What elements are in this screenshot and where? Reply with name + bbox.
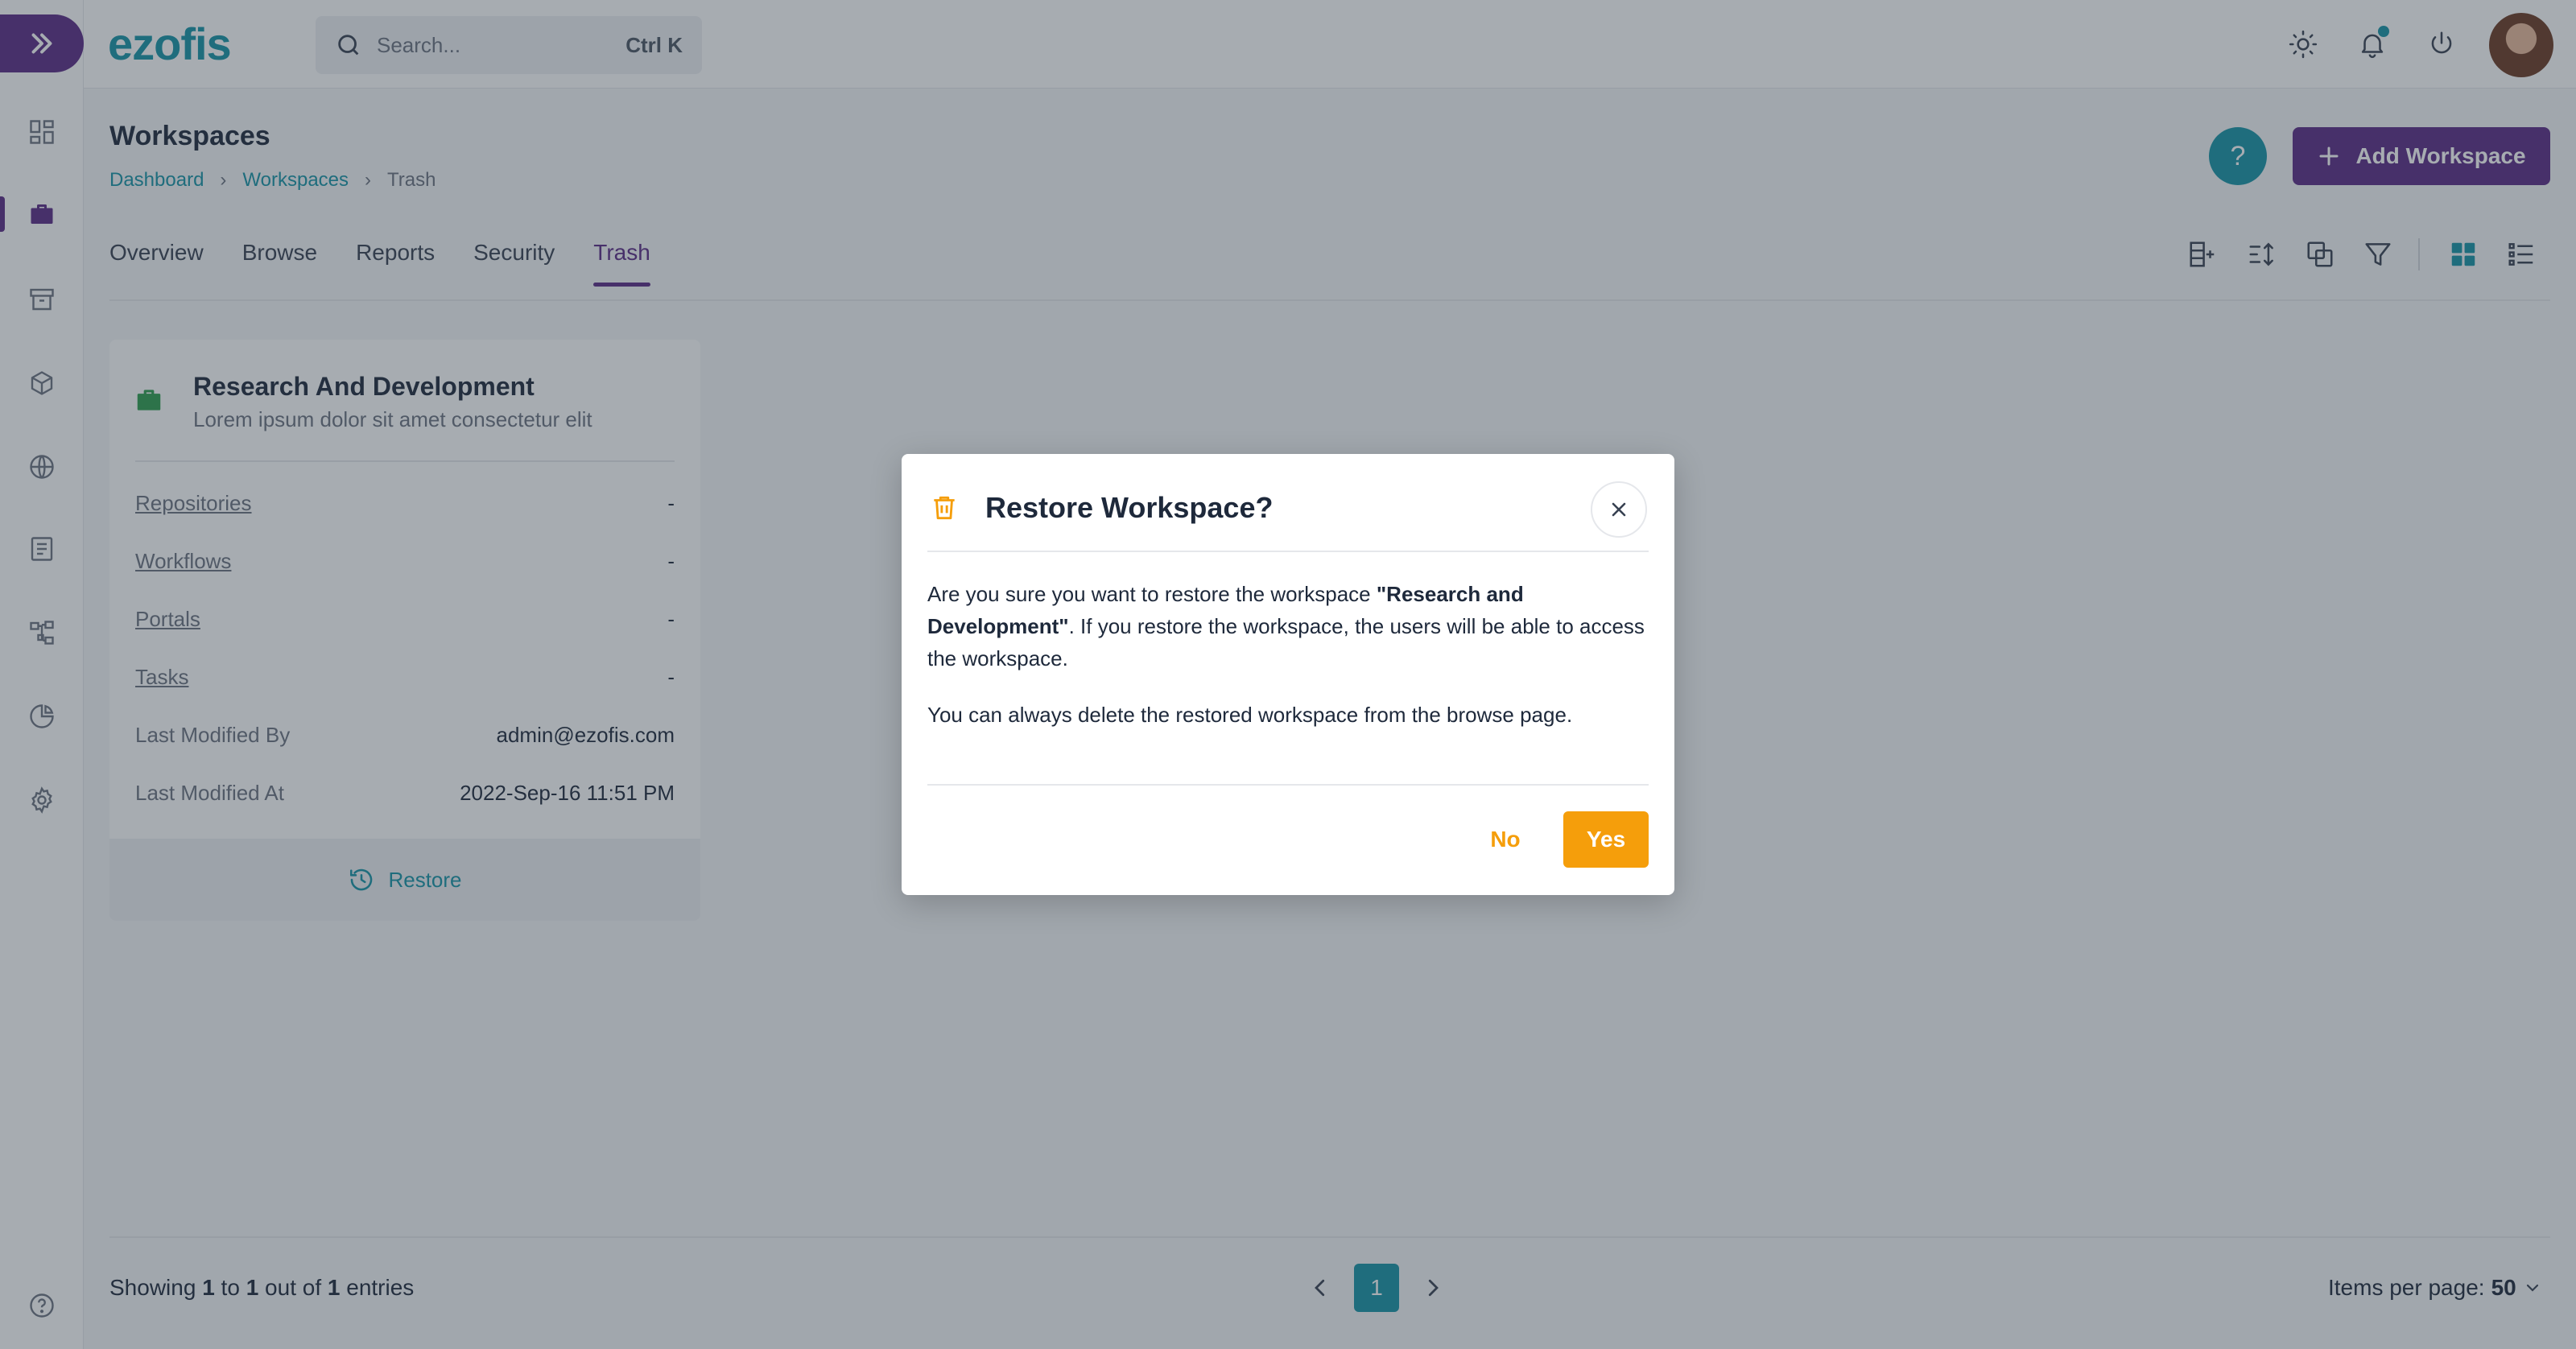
dialog-body: Are you sure you want to restore the wor… (927, 578, 1649, 731)
trash-restore-icon (934, 496, 955, 520)
dialog-close-button[interactable] (1591, 481, 1647, 538)
dialog-divider-bottom (927, 784, 1649, 786)
dialog-note: You can always delete the restored works… (927, 703, 1573, 727)
dialog-message-pre: Are you sure you want to restore the wor… (927, 582, 1377, 606)
dialog-title: Restore Workspace? (985, 491, 1274, 524)
no-button[interactable]: No (1473, 811, 1538, 868)
close-icon (1612, 502, 1626, 517)
yes-button[interactable]: Yes (1563, 811, 1649, 868)
dialog-divider-top (927, 551, 1649, 552)
dialog-message: Are you sure you want to restore the wor… (927, 578, 1649, 674)
restore-workspace-dialog: Restore Workspace? Are you sure you want… (902, 454, 1674, 895)
